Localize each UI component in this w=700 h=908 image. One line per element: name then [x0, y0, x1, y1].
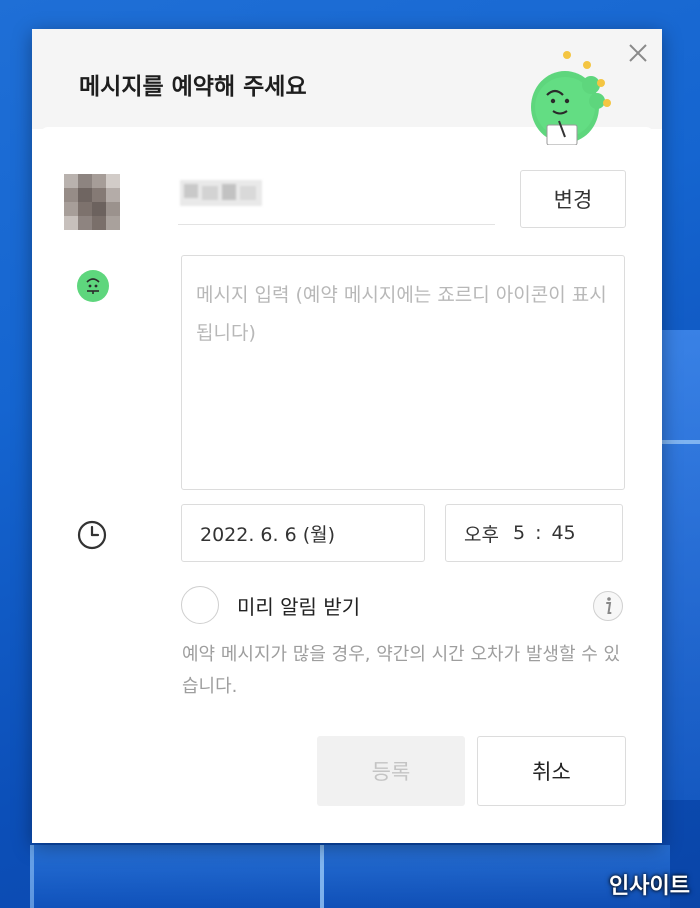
clock-icon [77, 520, 107, 550]
desktop-window-streak [30, 845, 670, 908]
reminder-label: 미리 알림 받기 [237, 595, 361, 619]
date-picker[interactable]: 2022. 6. 6 (월) [181, 504, 425, 562]
minute-value: 45 [551, 522, 576, 544]
change-recipient-button[interactable]: 변경 [520, 170, 626, 228]
date-value: 2022. 6. 6 (월) [200, 523, 336, 546]
time-offset-notice: 예약 메시지가 많을 경우, 약간의 시간 오차가 발생할 수 있습니다. [182, 644, 621, 697]
recipient-underline [178, 224, 495, 225]
cancel-button[interactable]: 취소 [477, 736, 626, 806]
time-separator: : [535, 522, 542, 544]
desktop-window-streak [30, 845, 34, 908]
close-icon [629, 44, 647, 62]
hour-value: 5 [512, 522, 526, 544]
recipient-name-blurred [180, 174, 262, 214]
recipient-avatar [64, 174, 120, 230]
cactus-small-icon [77, 270, 109, 302]
register-button[interactable]: 등록 [317, 736, 465, 806]
message-input[interactable] [182, 256, 624, 489]
close-button[interactable] [626, 41, 650, 65]
watermark-text: 인사이트 [609, 874, 690, 899]
cactus-mascot-icon [531, 51, 611, 145]
desktop-window-streak [320, 845, 324, 908]
desktop-window-streak [662, 440, 700, 444]
schedule-message-dialog: 메시지를 예약해 주세요 변경 메시지 입력 (예약 메시지에는 죠르디 아이콘… [32, 29, 662, 843]
dialog-title: 메시지를 예약해 주세요 [79, 74, 307, 100]
message-input-box[interactable] [181, 255, 625, 490]
reminder-radio[interactable] [181, 586, 219, 624]
time-picker[interactable]: 오후 5 : 45 [445, 504, 623, 562]
ampm-value: 오후 [464, 523, 499, 546]
info-icon[interactable] [592, 590, 624, 622]
